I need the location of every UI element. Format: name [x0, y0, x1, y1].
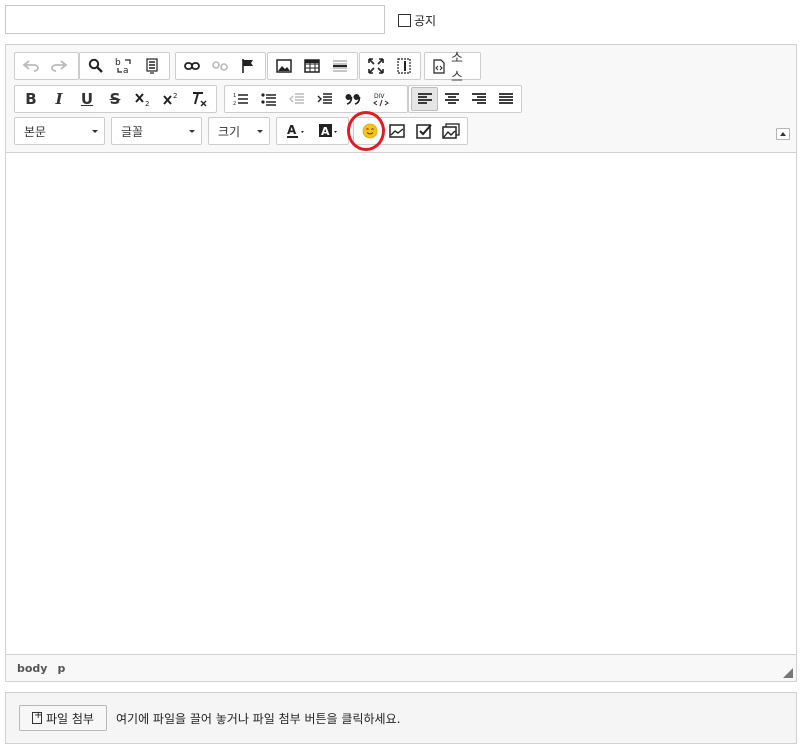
link-icon[interactable]: [178, 54, 206, 78]
horizontal-rule-icon[interactable]: [326, 54, 354, 78]
color-group: A A: [276, 117, 349, 145]
checkbox-icon[interactable]: [411, 119, 438, 143]
align-left-icon[interactable]: [411, 87, 439, 111]
insert-image-frame-icon[interactable]: [383, 119, 410, 143]
blockquote-icon[interactable]: [339, 87, 367, 111]
align-right-icon[interactable]: [465, 87, 492, 111]
file-attach-area[interactable]: 파일 첨부 여기에 파일을 끌어 놓거나 파일 첨부 버튼을 클릭하세요.: [5, 692, 797, 744]
image-icon[interactable]: [270, 54, 298, 78]
background-color-icon[interactable]: A: [312, 119, 345, 143]
svg-text:1: 1: [233, 93, 236, 99]
insert-group: [267, 52, 358, 80]
align-center-icon[interactable]: [438, 87, 465, 111]
title-input[interactable]: [5, 5, 385, 34]
outdent-icon[interactable]: [283, 87, 311, 111]
find-group: ba: [79, 52, 170, 80]
text-color-icon[interactable]: A: [279, 119, 312, 143]
view-group: [359, 52, 421, 80]
svg-text:2: 2: [145, 100, 149, 107]
size-combo[interactable]: 크기: [208, 117, 270, 145]
link-group: [175, 52, 266, 80]
redo-icon[interactable]: [45, 54, 73, 78]
element-path-bar: body p: [6, 654, 796, 681]
maximize-icon[interactable]: [362, 54, 390, 78]
show-blocks-icon[interactable]: [390, 54, 418, 78]
numbered-list-icon[interactable]: 12: [227, 87, 255, 111]
bold-label: B: [25, 90, 37, 108]
notice-checkbox-wrap[interactable]: 공지: [398, 12, 436, 28]
resize-handle-icon[interactable]: [783, 668, 793, 678]
chevron-down-icon: [257, 130, 263, 133]
remove-format-icon[interactable]: [185, 87, 213, 111]
strikethrough-button[interactable]: S: [101, 87, 129, 111]
bold-button[interactable]: B: [17, 87, 45, 111]
source-label: 소스: [451, 51, 463, 85]
source-button[interactable]: 소스: [427, 51, 478, 85]
svg-text:2: 2: [233, 101, 236, 106]
chevron-down-icon: [189, 130, 195, 133]
create-div-icon[interactable]: DIV: [367, 87, 395, 111]
bulleted-list-icon[interactable]: [255, 87, 283, 111]
alignment-group: [408, 85, 522, 113]
notice-label: 공지: [414, 13, 437, 28]
svg-text:2: 2: [173, 92, 177, 100]
editor-content-area[interactable]: [6, 153, 796, 654]
media-group: [353, 117, 468, 145]
emoji-smiley-icon[interactable]: [356, 119, 383, 143]
align-justify-icon[interactable]: [492, 87, 519, 111]
chevron-down-icon: [92, 130, 98, 133]
indent-icon[interactable]: [311, 87, 339, 111]
path-item-p[interactable]: p: [57, 662, 65, 675]
file-add-icon: [32, 710, 42, 724]
strike-label: S: [109, 90, 121, 108]
rich-text-editor: ba 소스 B I U S 2 2 1 2 DIV 본문 글꼴 크기 A A b…: [5, 44, 797, 682]
replace-icon[interactable]: ba: [110, 54, 138, 78]
toolbar-collapse-button[interactable]: [776, 128, 790, 140]
format-combo[interactable]: 본문: [14, 117, 105, 145]
font-combo-value: 글꼴: [121, 124, 144, 139]
font-combo[interactable]: 글꼴: [111, 117, 202, 145]
file-attach-hint: 여기에 파일을 끌어 놓거나 파일 첨부 버튼을 클릭하세요.: [115, 711, 401, 726]
path-item-body[interactable]: body: [17, 662, 47, 675]
superscript-icon[interactable]: 2: [157, 87, 185, 111]
svg-text:b: b: [115, 58, 121, 68]
table-icon[interactable]: [298, 54, 326, 78]
source-group: 소스: [424, 51, 481, 85]
format-combo-value: 본문: [24, 124, 47, 139]
underline-label: U: [80, 90, 94, 108]
svg-text:DIV: DIV: [374, 93, 385, 100]
svg-text:A: A: [321, 125, 330, 138]
italic-label: I: [55, 90, 63, 108]
paragraph-group: 12 DIV: [224, 85, 408, 113]
file-attach-label: 파일 첨부: [46, 711, 94, 726]
image-gallery-icon[interactable]: [438, 119, 465, 143]
find-icon[interactable]: [82, 54, 110, 78]
undo-redo-group: [14, 52, 79, 80]
anchor-flag-icon[interactable]: [234, 54, 262, 78]
svg-text:A: A: [287, 123, 297, 137]
svg-text:a: a: [123, 66, 129, 75]
source-doc-icon: [433, 58, 445, 74]
italic-button[interactable]: I: [45, 87, 73, 111]
subscript-icon[interactable]: 2: [129, 87, 157, 111]
file-attach-button[interactable]: 파일 첨부: [19, 705, 107, 731]
basic-styles-group: B I U S 2 2: [14, 85, 217, 113]
select-all-icon[interactable]: [138, 54, 166, 78]
underline-button[interactable]: U: [73, 87, 101, 111]
size-combo-value: 크기: [218, 124, 241, 139]
unlink-icon[interactable]: [206, 54, 234, 78]
undo-icon[interactable]: [17, 54, 45, 78]
editor-toolbar: ba 소스 B I U S 2 2 1 2 DIV 본문 글꼴 크기 A A: [6, 45, 796, 153]
notice-checkbox[interactable]: [398, 13, 411, 27]
